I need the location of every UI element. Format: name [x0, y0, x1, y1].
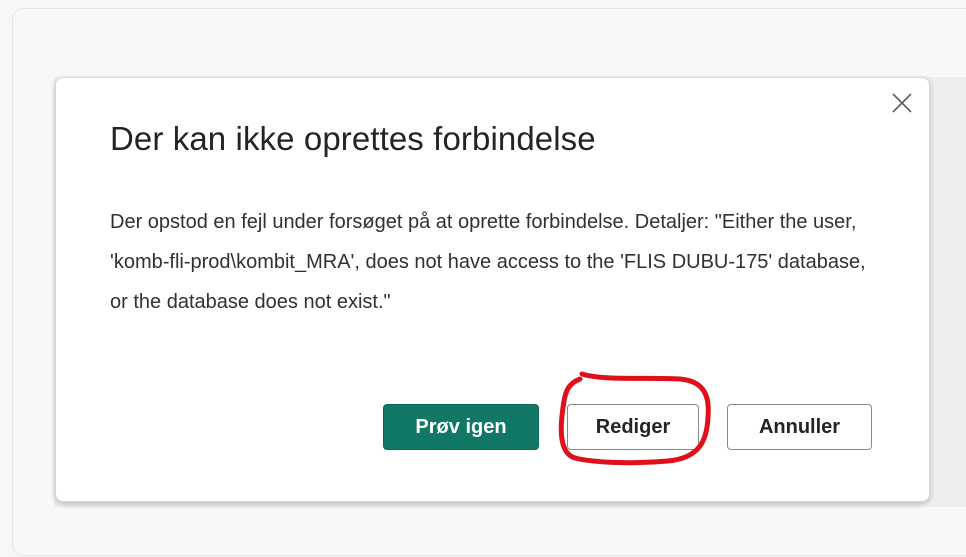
cancel-button[interactable]: Annuller — [727, 404, 872, 450]
error-dialog: Der kan ikke oprettes forbindelse Der op… — [55, 77, 930, 502]
retry-button[interactable]: Prøv igen — [383, 404, 539, 450]
close-icon[interactable] — [889, 90, 915, 116]
app-canvas: Der kan ikke oprettes forbindelse Der op… — [0, 0, 966, 557]
dialog-title: Der kan ikke oprettes forbindelse — [110, 120, 596, 157]
dialog-message: Der opstod en fejl under forsøget på at … — [110, 211, 866, 313]
edit-button[interactable]: Rediger — [567, 404, 699, 450]
